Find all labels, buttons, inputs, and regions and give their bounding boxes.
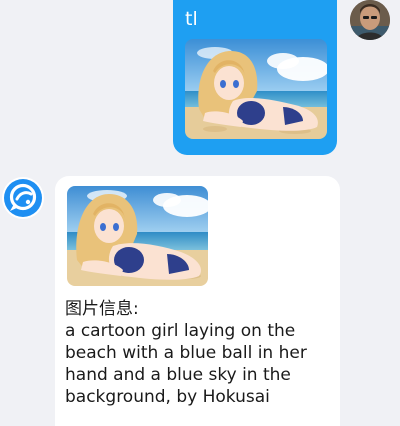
incoming-message-bubble[interactable]: 图片信息: a cartoon girl laying on the beach… <box>55 176 340 426</box>
user-avatar[interactable] <box>350 0 390 40</box>
outgoing-message-bubble[interactable]: tl <box>173 0 337 155</box>
image-info-text: a cartoon girl laying on the beach with … <box>65 321 307 407</box>
anime-beach-image <box>67 186 208 286</box>
image-info-label: 图片信息: <box>65 299 139 319</box>
incoming-message-image[interactable] <box>67 186 208 286</box>
outgoing-message-text: tl <box>185 8 198 30</box>
user-avatar-photo <box>350 0 390 40</box>
outgoing-message-image[interactable] <box>185 39 327 139</box>
anime-beach-image <box>185 39 327 139</box>
chat-view: tl 图片信息: a cartoon girl laying on the be… <box>0 0 400 426</box>
bot-avatar[interactable] <box>2 177 44 219</box>
bot-logo-icon <box>4 179 42 217</box>
